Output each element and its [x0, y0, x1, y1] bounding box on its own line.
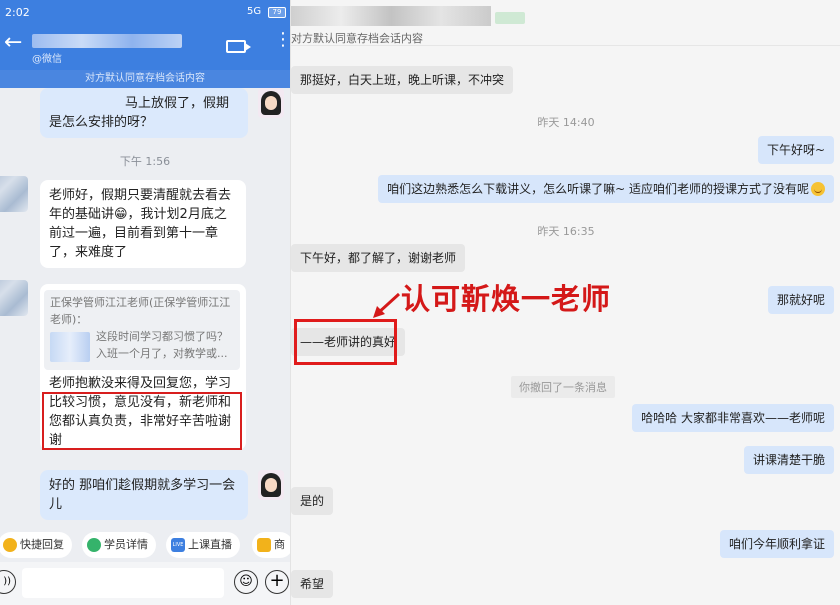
- message-timestamp: 昨天 14:40: [537, 116, 595, 129]
- message-bubble-out: 下午好呀~: [757, 136, 834, 164]
- video-call-icon[interactable]: [226, 40, 251, 53]
- teacher-avatar: [258, 88, 284, 118]
- message-bubble-out: 讲课清楚干脆: [743, 446, 834, 474]
- highlight-box: [42, 392, 242, 450]
- annotation-callout: 认可靳焕一老师: [401, 282, 612, 316]
- more-options-icon[interactable]: ⋮: [274, 31, 290, 49]
- message-text: 好的 那咱们趁假期就多学习一会儿: [49, 478, 236, 512]
- quick-reply-button[interactable]: 快捷回复: [0, 532, 72, 558]
- archive-notice: 对方默认同意存档会话内容: [291, 32, 423, 45]
- status-time: 2:02: [5, 6, 30, 19]
- live-class-button[interactable]: LIVE 上课直播: [166, 532, 240, 558]
- status-bar: 2:02 5G 79: [0, 0, 290, 26]
- chip-label: 学员详情: [104, 538, 148, 551]
- message-bubble-out: 那就好呢: [767, 286, 834, 314]
- voice-icon[interactable]: )): [0, 570, 16, 594]
- archive-notice: 对方默认同意存档会话内容: [0, 70, 290, 88]
- contact-name-redacted: [291, 6, 491, 26]
- emoji-icon[interactable]: ☺: [234, 570, 258, 594]
- desktop-chat-header: 对方默认同意存档会话内容: [291, 0, 840, 46]
- message-bubble-in: 希望: [291, 570, 334, 598]
- chat-header: ← @微信 ⋮: [0, 26, 290, 70]
- message-bubble-in: 是的: [291, 487, 334, 515]
- shop-button[interactable]: 商: [252, 532, 290, 558]
- contact-subtitle: @微信: [32, 54, 62, 65]
- message-text: 咱们这边熟悉怎么下载讲义，怎么听课了嘛~ 适应咱们老师的授课方式了没有呢: [387, 182, 809, 196]
- contact-name-redacted: [32, 34, 182, 48]
- student-info-button[interactable]: 学员详情: [82, 532, 156, 558]
- input-bar: )) ☺ +: [0, 562, 290, 605]
- chip-label: 快捷回复: [20, 538, 64, 551]
- battery-icon: 79: [268, 7, 286, 18]
- quoted-message: 正保学管师江江老师(正保学管师江江老师)： 这段时间学习都习惯了吗？入班一个月了…: [44, 290, 240, 370]
- desktop-chat-panel: 对方默认同意存档会话内容 那挺好，白天上班，晚上听课，不冲突 昨天 14:40 …: [290, 0, 840, 605]
- message-bubble-in: 那挺好，白天上班，晚上听课，不冲突: [291, 66, 514, 94]
- quick-toolbar: 快捷回复 学员详情 LIVE 上课直播 商: [0, 528, 290, 562]
- message-bubble-in: 老师好，假期只要清醒就去看去年的基础讲😁，我计划2月底之前过一遍，目前看到第十一…: [40, 180, 246, 268]
- message-bubble-out: 马上放假了，假期是怎么安排的呀？: [40, 88, 248, 138]
- smile-emoji-icon: [811, 182, 825, 196]
- message-text: 马上放假了，假期是怎么安排的呀？: [49, 96, 230, 130]
- live-icon: LIVE: [171, 538, 185, 552]
- quote-author: 正保学管师江江老师(正保学管师江江老师)：: [50, 296, 231, 326]
- message-timestamp: 下午 1:56: [119, 155, 171, 168]
- message-bubble-out: 咱们这边熟悉怎么下载讲义，怎么听课了嘛~ 适应咱们老师的授课方式了没有呢: [378, 175, 834, 203]
- message-bubble-out: 咱们今年顺利拿证: [719, 530, 834, 558]
- chip-label: 上课直播: [188, 538, 232, 551]
- message-input[interactable]: [22, 568, 224, 598]
- quick-reply-icon: [3, 538, 17, 552]
- plus-icon[interactable]: +: [265, 570, 289, 594]
- back-arrow-icon[interactable]: ←: [4, 30, 22, 55]
- message-timestamp: 昨天 16:35: [537, 225, 595, 238]
- phone-chat-panel: 2:02 5G 79 ← @微信 ⋮ 对方默认同意存档会话内容 马上放假了，假期…: [0, 0, 290, 605]
- teacher-avatar: [258, 470, 284, 500]
- callout-arrow-icon: [373, 292, 401, 318]
- recall-notice: 你撤回了一条消息: [511, 376, 615, 398]
- chip-label: 商: [274, 538, 285, 551]
- redacted-text: [50, 332, 90, 362]
- message-bubble-in: 下午好，都了解了，谢谢老师: [291, 244, 466, 272]
- shop-icon: [257, 538, 271, 552]
- screenshot-composite: 2:02 5G 79 ← @微信 ⋮ 对方默认同意存档会话内容 马上放假了，假期…: [0, 0, 840, 605]
- message-text: 老师好，假期只要清醒就去看去年的基础讲😁，我计划2月底之前过一遍，目前看到第十一…: [49, 188, 232, 260]
- user-icon: [87, 538, 101, 552]
- highlight-box: [294, 319, 397, 365]
- student-avatar: [0, 280, 28, 316]
- message-bubble-out: 哈哈哈 大家都非常喜欢——老师呢: [632, 404, 834, 432]
- network-indicator: 5G: [247, 6, 262, 17]
- student-avatar: [0, 176, 28, 212]
- message-bubble-out: 好的 那咱们趁假期就多学习一会儿: [40, 470, 248, 520]
- contact-tag: [495, 12, 525, 24]
